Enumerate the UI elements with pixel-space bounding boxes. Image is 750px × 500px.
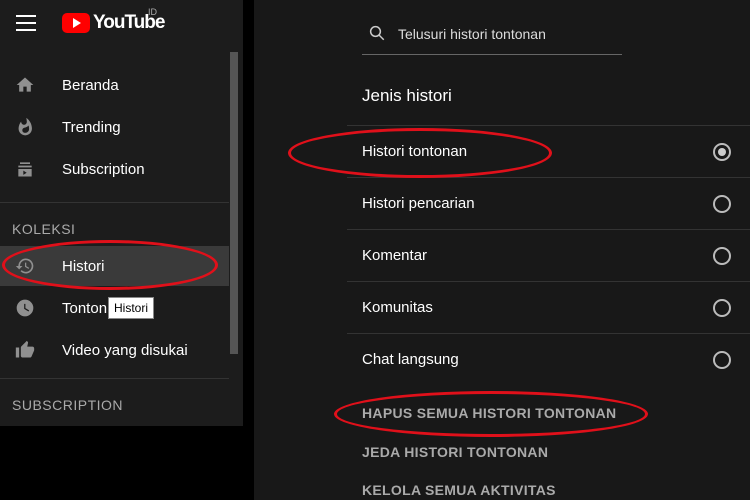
option-label: Komunitas (362, 299, 433, 316)
radio-icon[interactable] (713, 299, 731, 317)
clock-icon (16, 299, 34, 317)
radio-selected-icon[interactable] (713, 143, 731, 161)
option-histori-pencarian[interactable]: Histori pencarian (347, 177, 750, 230)
sidebar-item-histori[interactable]: Histori (0, 246, 229, 286)
region-code: ID (148, 7, 157, 17)
history-type-title: Jenis histori (362, 86, 452, 105)
scrollbar-thumb[interactable] (230, 52, 238, 354)
sidebar-item-subscription[interactable]: Subscription (0, 149, 229, 189)
sidebar-item-label: Tonton (62, 299, 108, 317)
clear-all-watch-history-button[interactable]: HAPUS SEMUA HISTORI TONTONAN (362, 405, 616, 421)
sidebar-item-label: Subscription (62, 160, 145, 178)
youtube-play-icon (62, 13, 90, 33)
hamburger-menu-icon[interactable] (16, 15, 36, 31)
top-bar: YouTube ID (0, 0, 243, 48)
sidebar-item-trending[interactable]: Trending (0, 107, 229, 147)
sidebar-item-label: Trending (62, 118, 121, 136)
radio-icon[interactable] (713, 195, 731, 213)
section-title-koleksi: KOLEKSI (12, 221, 76, 237)
search-input[interactable] (396, 22, 620, 46)
flame-icon (18, 117, 32, 136)
option-label: Chat langsung (362, 351, 459, 368)
option-label: Histori tontonan (362, 143, 468, 160)
option-label: Komentar (362, 247, 428, 264)
option-chat-langsung[interactable]: Chat langsung (347, 333, 750, 386)
radio-icon[interactable] (713, 351, 731, 369)
sidebar-item-label: Beranda (62, 76, 119, 94)
divider (0, 378, 229, 379)
manage-all-activity-button[interactable]: KELOLA SEMUA AKTIVITAS (362, 482, 556, 498)
sidebar: YouTube ID Beranda Trending Subscription… (0, 0, 243, 426)
option-komunitas[interactable]: Komunitas (347, 281, 750, 334)
thumbs-up-icon (15, 340, 35, 358)
sidebar-item-video-yang-disukai[interactable]: Video yang disukai (0, 330, 229, 370)
divider (0, 202, 229, 203)
option-label: Histori pencarian (362, 195, 475, 212)
sidebar-item-label: Histori (62, 257, 105, 275)
tooltip: Histori (108, 297, 155, 319)
search-box[interactable] (362, 14, 622, 55)
sidebar-item-label: Video yang disukai (62, 341, 188, 359)
radio-icon[interactable] (713, 247, 731, 265)
history-icon (15, 258, 34, 274)
section-title-subscription: SUBSCRIPTION (12, 397, 124, 413)
search-icon (369, 25, 385, 41)
youtube-logo[interactable]: YouTube ID (62, 7, 165, 35)
subscriptions-icon (18, 162, 32, 177)
history-settings-panel: Jenis histori Histori tontonan Histori p… (254, 0, 750, 500)
sidebar-scrollbar[interactable] (229, 0, 243, 426)
sidebar-item-beranda[interactable]: Beranda (0, 65, 229, 105)
home-icon (16, 77, 34, 92)
pause-watch-history-button[interactable]: JEDA HISTORI TONTONAN (362, 444, 548, 460)
option-komentar[interactable]: Komentar (347, 229, 750, 282)
option-histori-tontonan[interactable]: Histori tontonan (347, 125, 750, 178)
